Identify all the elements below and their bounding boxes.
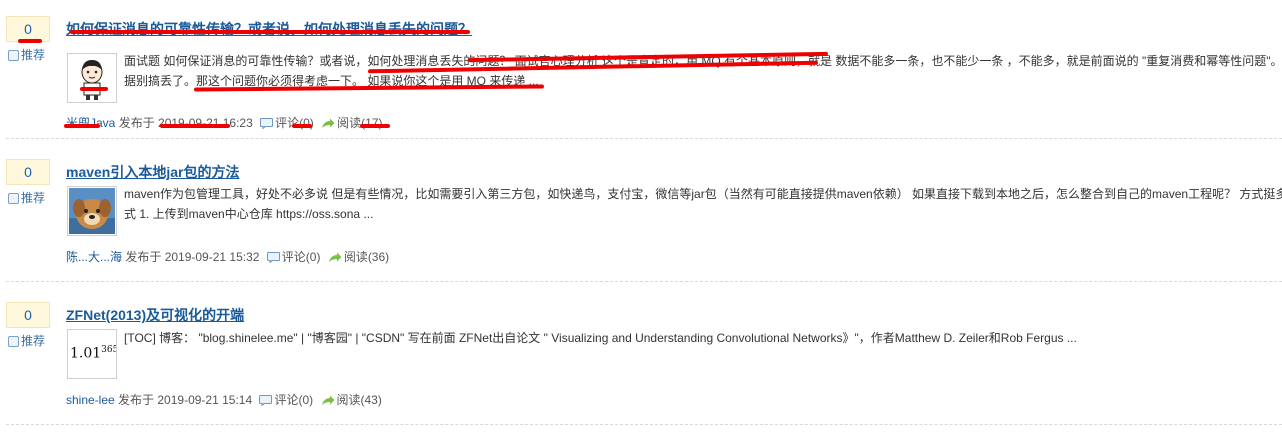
post-summary: maven作为包管理工具，好处不必多说 但是有些情况，比如需要引入第三方包，如快… xyxy=(124,184,1282,224)
recommend-label: 推荐 xyxy=(21,48,46,62)
read-arrow-icon xyxy=(321,395,334,405)
post-summary: [TOC] 博客： "blog.shinelee.me" | "博客园" | "… xyxy=(124,328,1282,348)
avatar-formula: 1.01365 xyxy=(70,345,117,362)
annotation-mark xyxy=(80,87,108,91)
comments-link[interactable]: 评论(0) xyxy=(282,250,321,264)
digg-count-button[interactable]: 0 xyxy=(6,159,50,185)
recommend-label: 推荐 xyxy=(21,191,46,205)
digg-count-button[interactable]: 0 xyxy=(6,302,50,328)
summary-line: maven作为包管理工具，好处不必多说 但是有些情况，比如需要引入第三方包，如快… xyxy=(124,187,1282,201)
reads-count: 阅读(43) xyxy=(336,393,382,407)
post-footer: shine-lee 发布于 2019-09-21 15:14 评论(0) 阅读(… xyxy=(66,392,382,408)
annotation-mark xyxy=(292,124,312,128)
annotation-mark xyxy=(70,30,470,34)
author-avatar[interactable] xyxy=(67,53,117,103)
annotation-mark xyxy=(64,124,100,128)
read-arrow-icon xyxy=(322,118,335,128)
post-divider xyxy=(6,138,1282,139)
summary-line: [TOC] 博客： "blog.shinelee.me" | "博客园" | "… xyxy=(124,331,1077,345)
formula-base: 1.01 xyxy=(70,345,102,362)
comment-icon xyxy=(260,118,274,129)
comment-icon xyxy=(266,252,280,263)
post-divider xyxy=(6,281,1282,282)
comment-icon xyxy=(259,395,273,406)
author-avatar[interactable] xyxy=(67,186,117,236)
summary-line: 式 1. 上传到maven中心仓库 https://oss.sona ... xyxy=(124,207,374,221)
cartoon-boy-avatar-icon xyxy=(69,55,115,101)
post-title-link[interactable]: ZFNet(2013)及可视化的开端 xyxy=(66,306,244,324)
recommend-label: 推荐 xyxy=(21,334,46,348)
posted-date: 发布于 2019-09-21 15:32 xyxy=(125,250,260,264)
post-footer: 陈...大...海 发布于 2019-09-21 15:32 评论(0) 阅读(… xyxy=(66,249,389,265)
post-footer: 米兜Java 发布于 2019-09-21 16:23 评论(0) 阅读(17) xyxy=(66,115,383,131)
author-link[interactable]: 陈...大...海 xyxy=(66,250,122,264)
post-title-link[interactable]: maven引入本地jar包的方法 xyxy=(66,163,239,181)
thumbs-up-icon xyxy=(8,193,19,204)
formula-exponent: 365 xyxy=(101,345,117,355)
dog-photo-avatar-icon xyxy=(69,188,115,234)
posted-date: 发布于 2019-09-21 15:14 xyxy=(118,393,253,407)
post-title-link[interactable]: 如何保证消息的可靠性传输？或者说，如何处理消息丢失的问题？ xyxy=(66,20,472,38)
annotation-mark xyxy=(160,124,230,128)
reads-count: 阅读(36) xyxy=(343,250,390,264)
recommend-button[interactable]: 推荐 xyxy=(8,333,45,349)
recommend-button[interactable]: 推荐 xyxy=(8,190,45,206)
annotation-mark xyxy=(18,39,42,43)
recommend-button[interactable]: 推荐 xyxy=(8,47,45,63)
read-arrow-icon xyxy=(328,252,342,262)
author-avatar[interactable]: 1.01365 xyxy=(67,329,117,379)
annotation-mark xyxy=(360,124,390,128)
thumbs-up-icon xyxy=(8,50,19,61)
post-divider xyxy=(6,424,1282,425)
thumbs-up-icon xyxy=(8,336,19,347)
author-link[interactable]: shine-lee xyxy=(66,393,115,407)
comments-link[interactable]: 评论(0) xyxy=(274,393,313,407)
